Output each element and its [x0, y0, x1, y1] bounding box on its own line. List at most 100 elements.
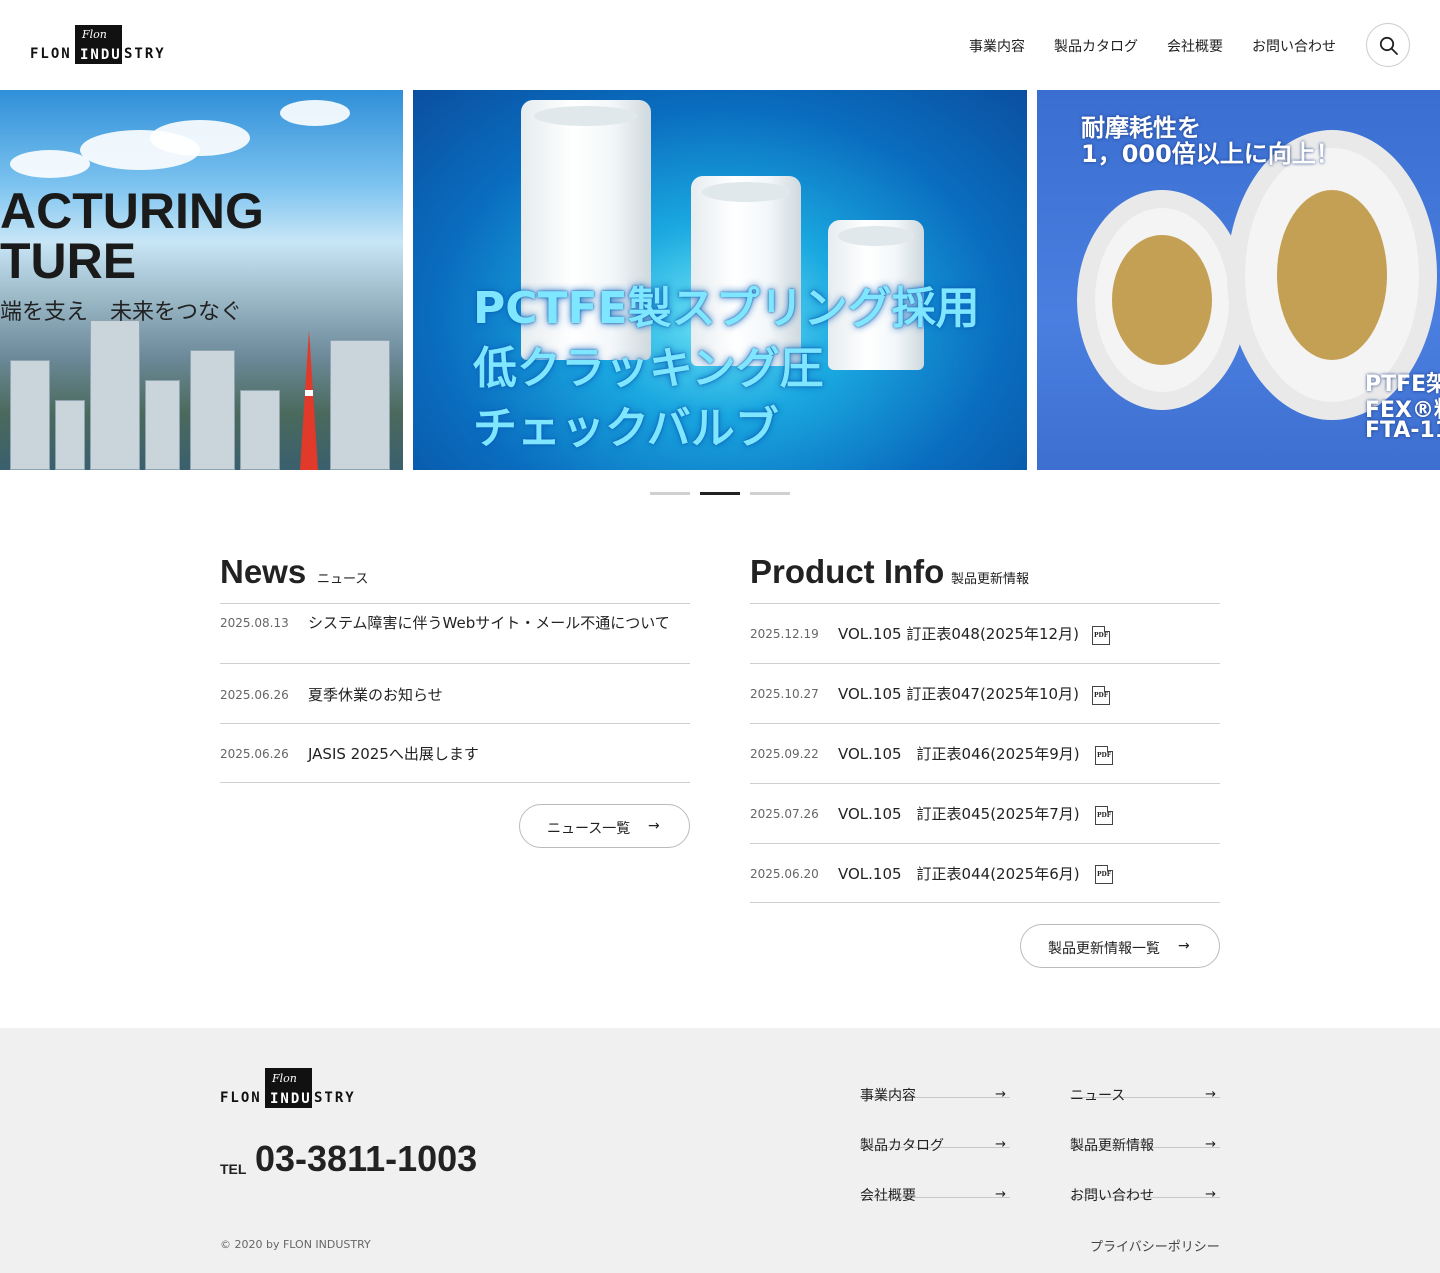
- building: [10, 360, 50, 470]
- slide2-line-2: 低クラッキング圧: [473, 343, 824, 394]
- nav-business[interactable]: 事業内容: [969, 36, 1025, 56]
- footer-nav-business[interactable]: 事業内容 →: [860, 1048, 1010, 1104]
- tape-core: [1277, 190, 1387, 360]
- arrow-right-icon: →: [1178, 938, 1190, 954]
- logo-text-mid: INDU: [80, 47, 122, 63]
- cloud-shape: [280, 100, 350, 126]
- news-date: 2025.06.26: [220, 688, 289, 702]
- footer-nav-label: 会社概要: [860, 1188, 916, 1204]
- news-item-title[interactable]: システム障害に伴うWebサイト・メール不通について: [308, 611, 688, 635]
- footer-nav-news[interactable]: ニュース →: [1070, 1048, 1220, 1104]
- building: [240, 390, 280, 470]
- news-more-label: ニュース一覧: [547, 821, 631, 837]
- footer-nav-label: お問い合わせ: [1070, 1188, 1154, 1204]
- product-item-title[interactable]: VOL.105 訂正表047(2025年10月): [838, 682, 1079, 706]
- slide3-headline-2: 1，000倍以上に向上！: [1081, 140, 1340, 168]
- divider: [220, 603, 690, 604]
- news-date: 2025.06.26: [220, 747, 289, 761]
- search-icon: [1379, 36, 1398, 55]
- pdf-icon[interactable]: PDF: [1095, 865, 1113, 884]
- divider: [220, 782, 690, 783]
- nav-contact[interactable]: お問い合わせ: [1252, 36, 1336, 56]
- logo-script: Flon: [82, 28, 107, 41]
- divider: [750, 843, 1220, 844]
- divider: [750, 663, 1220, 664]
- pdf-icon[interactable]: PDF: [1095, 806, 1113, 825]
- logo-text-right: STRY: [314, 1090, 356, 1106]
- product-more-button[interactable]: 製品更新情報一覧 →: [1020, 924, 1220, 968]
- slide3-side-3: FTA-11: [1365, 418, 1440, 443]
- hero-slider[interactable]: ACTURING TURE 端を支え 未来をつなぐ PCTFE製スプリング採用 …: [0, 90, 1440, 470]
- product-date: 2025.07.26: [750, 807, 819, 821]
- product-date: 2025.12.19: [750, 627, 819, 641]
- news-date: 2025.08.13: [220, 616, 289, 630]
- building: [90, 320, 140, 470]
- divider: [220, 723, 690, 724]
- news-title: News: [220, 553, 307, 590]
- product-subtitle: 製品更新情報: [951, 572, 1030, 587]
- arrow-right-icon: →: [1205, 1187, 1216, 1202]
- product-more-label: 製品更新情報一覧: [1048, 941, 1160, 957]
- product-title: Product Info: [750, 553, 945, 590]
- product-date: 2025.09.22: [750, 747, 819, 761]
- slider-dot-2[interactable]: [700, 492, 740, 495]
- product-date: 2025.06.20: [750, 867, 819, 881]
- site-footer: FLON Flon INDU STRY TEL 03-3811-1003 事業内…: [0, 1028, 1440, 1273]
- footer-nav-catalog[interactable]: 製品カタログ →: [860, 1098, 1010, 1154]
- footer-nav-contact[interactable]: お問い合わせ →: [1070, 1148, 1220, 1204]
- news-item-title[interactable]: 夏季休業のお知らせ: [308, 683, 688, 707]
- logo-text-left: FLON: [30, 46, 72, 62]
- slide1-subtitle: 端を支え 未来をつなぐ: [0, 300, 243, 325]
- pdf-icon[interactable]: PDF: [1092, 686, 1110, 705]
- search-button[interactable]: [1366, 23, 1410, 67]
- slide2-line-1: PCTFE製スプリング採用: [473, 283, 980, 334]
- building: [190, 350, 235, 470]
- tel-number[interactable]: 03-3811-1003: [255, 1138, 477, 1180]
- pdf-icon[interactable]: PDF: [1092, 626, 1110, 645]
- footer-nav-company[interactable]: 会社概要 →: [860, 1148, 1010, 1204]
- divider: [750, 783, 1220, 784]
- news-item-title[interactable]: JASIS 2025へ出展します: [308, 742, 688, 766]
- logo-text-right: STRY: [124, 46, 166, 62]
- building: [55, 400, 85, 470]
- nav-catalog[interactable]: 製品カタログ: [1054, 36, 1138, 56]
- footer-nav-product-info[interactable]: 製品更新情報 →: [1070, 1098, 1220, 1154]
- product-item-title[interactable]: VOL.105 訂正表048(2025年12月): [838, 622, 1079, 646]
- slide1-headline-2: TURE: [0, 233, 137, 289]
- tel-label: TEL: [220, 1161, 247, 1177]
- product-item-title[interactable]: VOL.105 訂正表044(2025年6月): [838, 862, 1080, 886]
- tokyo-tower-shape: [300, 330, 318, 470]
- slide2-line-3: チェックバルブ: [473, 403, 779, 454]
- arrow-right-icon: →: [995, 1187, 1006, 1202]
- copyright: © 2020 by FLON INDUSTRY: [220, 1238, 371, 1251]
- divider: [750, 902, 1220, 903]
- cloud-shape: [10, 150, 90, 178]
- pdf-icon[interactable]: PDF: [1095, 746, 1113, 765]
- divider: [220, 663, 690, 664]
- product-item-title[interactable]: VOL.105 訂正表046(2025年9月): [838, 742, 1080, 766]
- building: [330, 340, 390, 470]
- slide-ptfe-tape[interactable]: 耐摩耗性を 1，000倍以上に向上！ PTFE架 FEX®粘 FTA-11: [1037, 90, 1440, 470]
- slide-check-valve[interactable]: PCTFE製スプリング採用 低クラッキング圧 チェックバルブ: [413, 90, 1027, 470]
- building: [145, 380, 180, 470]
- tape-core: [1112, 235, 1212, 365]
- privacy-policy-link[interactable]: プライバシーポリシー: [1090, 1236, 1220, 1255]
- site-logo[interactable]: FLON Flon INDU STRY: [30, 24, 170, 66]
- news-subtitle: ニュース: [317, 572, 369, 587]
- footer-logo[interactable]: FLON Flon INDU STRY: [220, 1068, 360, 1110]
- slider-pagination: [650, 492, 790, 496]
- news-more-button[interactable]: ニュース一覧 →: [519, 804, 690, 848]
- logo-text-mid: INDU: [270, 1091, 312, 1107]
- site-header: FLON Flon INDU STRY 事業内容 製品カタログ 会社概要 お問い…: [0, 0, 1440, 90]
- arrow-right-icon: →: [648, 818, 660, 834]
- slider-dot-3[interactable]: [750, 492, 790, 495]
- divider: [750, 603, 1220, 604]
- product-item-title[interactable]: VOL.105 訂正表045(2025年7月): [838, 802, 1080, 826]
- product-date: 2025.10.27: [750, 687, 819, 701]
- slide-city[interactable]: ACTURING TURE 端を支え 未来をつなぐ: [0, 90, 403, 470]
- nav-company[interactable]: 会社概要: [1167, 36, 1223, 56]
- slider-dot-1[interactable]: [650, 492, 690, 495]
- logo-script: Flon: [272, 1072, 297, 1085]
- divider: [750, 723, 1220, 724]
- logo-text-left: FLON: [220, 1090, 262, 1106]
